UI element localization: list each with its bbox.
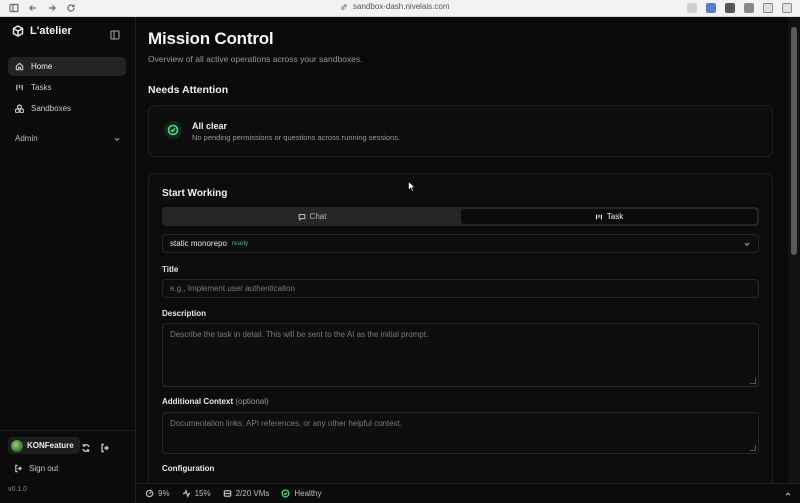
context-textarea[interactable]: Documentation links, API references, or …: [162, 412, 759, 454]
admin-label: Admin: [15, 134, 38, 143]
needs-attention-heading: Needs Attention: [148, 84, 229, 96]
extension-icon[interactable]: [744, 3, 754, 13]
start-working-card: Start Working Chat Task static monorepo …: [148, 173, 773, 483]
context-label: Additional Context (optional): [162, 397, 269, 406]
logout-button[interactable]: [100, 440, 110, 453]
mouse-cursor-icon: [408, 181, 416, 192]
home-icon: [15, 62, 24, 71]
title-label: Title: [162, 265, 179, 274]
attention-card: All clear No pending permissions or ques…: [148, 105, 773, 157]
tab-label: Task: [606, 212, 624, 221]
context-label-text: Additional Context: [162, 397, 234, 406]
brand-name: L'atelier: [30, 25, 72, 37]
check-circle-icon: [167, 124, 179, 136]
tabs-icon[interactable]: [782, 3, 792, 13]
description-textarea[interactable]: Describe the task in detail. This will b…: [162, 323, 759, 387]
collapse-sidebar-button[interactable]: [110, 27, 120, 40]
sidebar-item-label: Sandboxes: [31, 104, 72, 113]
vms-stat: 2/20 VMs: [223, 489, 270, 498]
repo-name: static monorepo: [170, 239, 227, 248]
panel-left-icon: [110, 30, 120, 40]
version-label: v0.1.0: [8, 486, 28, 493]
status-badge: [164, 121, 182, 139]
sandboxes-icon: [15, 104, 24, 113]
tab-task[interactable]: Task: [461, 209, 757, 224]
sign-out-label: Sign out: [29, 464, 59, 473]
avatar: [11, 439, 23, 452]
sidebar-group-admin[interactable]: Admin: [15, 134, 121, 143]
share-icon[interactable]: [763, 3, 773, 13]
switch-account-button[interactable]: [81, 440, 91, 452]
activity-value: 15%: [194, 489, 211, 498]
check-circle-icon: [281, 489, 290, 498]
forward-icon[interactable]: [46, 3, 57, 14]
start-working-heading: Start Working: [162, 188, 228, 199]
chevron-up-icon: [785, 492, 791, 496]
sidebar-toggle-icon[interactable]: [8, 3, 19, 14]
resize-handle[interactable]: [750, 445, 756, 451]
chat-icon: [298, 213, 305, 221]
brand-logo[interactable]: L'atelier: [12, 25, 72, 37]
title-input[interactable]: e.g., Implement user authentication: [162, 279, 759, 298]
reload-icon[interactable]: [65, 3, 76, 14]
refresh-icon: [82, 444, 90, 452]
repo-status-badge: ready: [231, 240, 249, 247]
page-title: Mission Control: [148, 29, 274, 48]
context-placeholder: Documentation links, API references, or …: [170, 419, 403, 428]
cube-icon: [12, 25, 24, 37]
resize-handle[interactable]: [750, 378, 756, 384]
cpu-value: 9%: [158, 489, 170, 498]
browser-toolbar: sandbox-dash.nivelais.com: [0, 0, 800, 17]
sidebar-item-home[interactable]: Home: [8, 57, 126, 76]
sidebar-item-label: Tasks: [31, 83, 52, 92]
health-stat: Healthy: [281, 489, 322, 498]
all-clear-description: No pending permissions or questions acro…: [192, 133, 401, 142]
mode-toggle: Chat Task: [162, 207, 759, 226]
url-text: sandbox-dash.nivelais.com: [353, 2, 450, 11]
expand-status-button[interactable]: [784, 490, 792, 498]
extension-icon[interactable]: [706, 3, 716, 13]
health-value: Healthy: [294, 489, 322, 498]
user-menu[interactable]: KONFeature: [8, 437, 80, 454]
status-bar: 9% 15% 2/20 VMs Healthy: [137, 483, 800, 503]
sign-out-icon: [15, 464, 23, 473]
tasks-icon: [16, 84, 23, 91]
chevron-down-icon: [114, 137, 120, 141]
logout-icon: [101, 443, 109, 453]
tab-label: Chat: [309, 212, 327, 221]
extension-icon[interactable]: [725, 3, 735, 13]
link-icon: [341, 3, 347, 10]
user-name: KONFeature: [27, 441, 74, 450]
activity-stat: 15%: [182, 489, 211, 498]
scrollbar[interactable]: [788, 17, 800, 483]
server-icon: [223, 490, 231, 497]
configuration-label: Configuration: [162, 464, 215, 473]
back-icon[interactable]: [27, 3, 38, 14]
sidebar: L'atelier Home Tasks Sandboxes Admin KON…: [0, 17, 136, 503]
gauge-icon: [145, 489, 154, 498]
scrollbar-thumb[interactable]: [791, 27, 797, 255]
sidebar-item-tasks[interactable]: Tasks: [8, 78, 126, 97]
page-subtitle: Overview of all active operations across…: [148, 54, 363, 64]
sidebar-item-label: Home: [31, 62, 53, 71]
tab-chat[interactable]: Chat: [164, 209, 460, 224]
main-content: Mission Control Overview of all active o…: [137, 17, 788, 483]
activity-icon: [182, 489, 190, 498]
all-clear-title: All clear: [192, 121, 228, 131]
sidebar-item-sandboxes[interactable]: Sandboxes: [8, 99, 126, 118]
vms-value: 2/20 VMs: [235, 489, 270, 498]
sign-out-link[interactable]: Sign out: [14, 464, 58, 473]
task-icon: [595, 214, 602, 219]
description-label: Description: [162, 309, 207, 318]
description-placeholder: Describe the task in detail. This will b…: [170, 330, 429, 339]
optional-tag: (optional): [235, 397, 269, 406]
sidebar-divider: [0, 430, 136, 431]
chevron-down-icon: [744, 242, 750, 247]
repository-select[interactable]: static monorepo ready: [162, 234, 759, 253]
cpu-stat: 9%: [145, 489, 170, 498]
address-bar[interactable]: sandbox-dash.nivelais.com: [340, 2, 450, 11]
extension-icon[interactable]: [687, 3, 697, 13]
